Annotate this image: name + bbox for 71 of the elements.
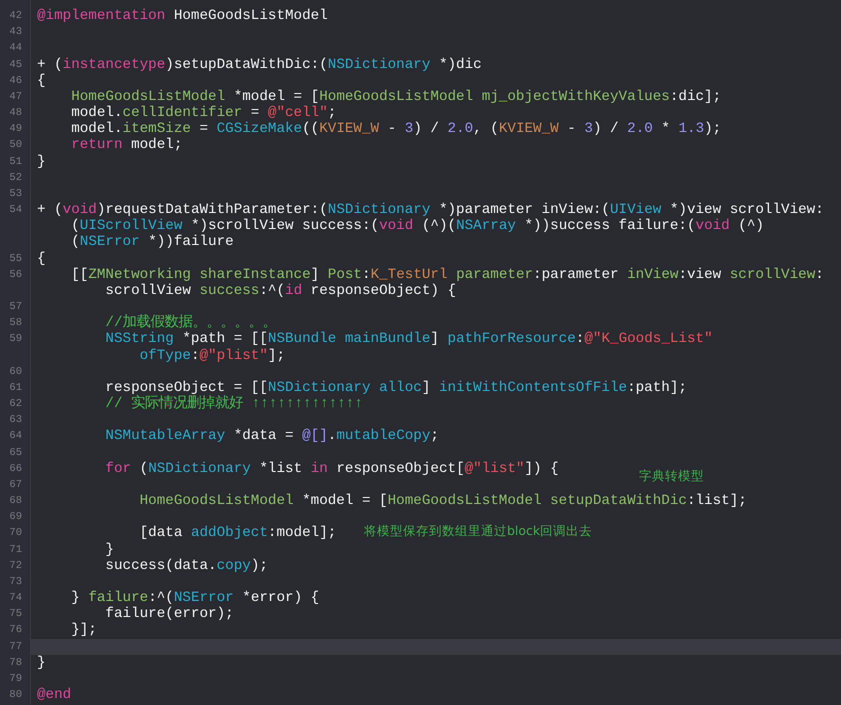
code-line: success(data.copy); [104, 558, 268, 574]
code-line: HomeGoodsListModel *model = [HomeGoodsListModel mj_objectWithKeyValues:dic]; [70, 88, 722, 106]
code-line: ofType:@"plist"]; [138, 348, 286, 364]
code-line: } [37, 654, 46, 671]
line-number: 45 [9, 58, 22, 73]
code-line: return model; [70, 137, 182, 154]
line-number: 60 [9, 364, 22, 380]
line-number: 77 [9, 640, 22, 655]
line-number: 53 [9, 186, 22, 202]
line-number: 44 [9, 41, 22, 56]
line-number: 56 [9, 268, 22, 283]
code-line: // 实际情况删掉就好 ↑↑↑↑↑↑↑↑↑↑↑↑↑ [104, 396, 363, 412]
line-number: 75 [9, 607, 22, 622]
line-number: 76 [9, 623, 22, 638]
line-number: 57 [9, 300, 22, 316]
code-line: (NSError *))failure [70, 234, 234, 251]
line-number: 70 [9, 526, 22, 542]
code-line: NSString *path = [[NSBundle mainBundle] pathForResource:@"K_Goods_List" [104, 331, 713, 348]
annotation-text: 字典转模型 [639, 468, 704, 484]
line-number: 79 [9, 672, 22, 687]
line-number: 72 [9, 558, 22, 574]
line-number: 51 [9, 154, 22, 170]
code-line: }]; [70, 622, 97, 639]
line-number: 66 [9, 462, 22, 477]
line-number: 55 [9, 252, 22, 267]
line-number: 63 [9, 413, 22, 428]
line-number: 47 [9, 90, 22, 105]
code-line: @implementation HomeGoodsListModel [37, 8, 328, 24]
line-number: 54 [9, 203, 22, 218]
code-line: } [37, 154, 46, 170]
line-number: 73 [9, 574, 22, 590]
annotation-text: 将模型保存到数组里通过block回调出去 [364, 523, 592, 540]
line-number: 74 [9, 591, 22, 606]
line-number: 48 [9, 106, 22, 122]
code-line: [[ZMNetworking shareInstance] Post:K_TestUrl parameter:parameter inView:view scrollView: [70, 266, 824, 283]
code-line: } failure:^(NSError *error) { [70, 590, 320, 606]
code-line: [data addObject:model]; [138, 525, 336, 542]
line-number: 68 [9, 494, 22, 510]
code-line: model.cellIdentifier = @"cell"; [70, 105, 336, 122]
line-number: 59 [9, 332, 22, 348]
line-number: 65 [9, 446, 22, 461]
code-line: + (instancetype)setupDataWithDic:(NSDictionary *)dic [37, 56, 482, 73]
line-number: 78 [9, 656, 22, 671]
line-number: 80 [9, 688, 22, 704]
line-number: 52 [9, 170, 22, 186]
line-number: 46 [9, 74, 22, 89]
line-number: 64 [9, 429, 22, 444]
code-line: responseObject = [[NSDictionary alloc] initWithContentsOfFile:path]; [104, 380, 687, 396]
line-number: 69 [9, 510, 22, 526]
line-number: 58 [9, 316, 22, 332]
line-number: 61 [9, 380, 22, 396]
code-line: + (void)requestDataWithParameter:(NSDictionary *)parameter inView:(UIView *)view scrollView: [37, 202, 824, 218]
code-line: } [104, 542, 114, 558]
line-number: 71 [9, 542, 22, 558]
line-number: 42 [9, 9, 22, 24]
line-number: 62 [9, 397, 22, 412]
code-line: scrollView success:^(id responseObject) { [104, 282, 456, 300]
code-line: (UIScrollView *)scrollView success:(void (^)(NSArray *))success failure:(void (^) [70, 218, 764, 234]
code-line: for (NSDictionary *list in responseObject[@"list"]) { [104, 460, 559, 477]
line-number: 67 [9, 478, 22, 493]
code-line: HomeGoodsListModel *model = [HomeGoodsListModel setupDataWithDic:list]; [138, 493, 747, 510]
code-line: model.itemSize = CGSizeMake((KVIEW_W - 3) / 2.0, (KVIEW_W - 3) / 2.0 * 1.3); [70, 121, 722, 138]
code-line: { [37, 250, 46, 267]
line-number: 43 [9, 25, 22, 40]
code-line: { [37, 72, 46, 89]
code-line: failure(error); [104, 606, 234, 622]
code-line: //加载假数据。。。。。。 [104, 315, 277, 332]
code-line: @end [37, 687, 72, 704]
line-number: 50 [9, 138, 22, 154]
line-number: 49 [9, 122, 22, 138]
code-line: NSMutableArray *data = @[].mutableCopy; [104, 428, 439, 445]
